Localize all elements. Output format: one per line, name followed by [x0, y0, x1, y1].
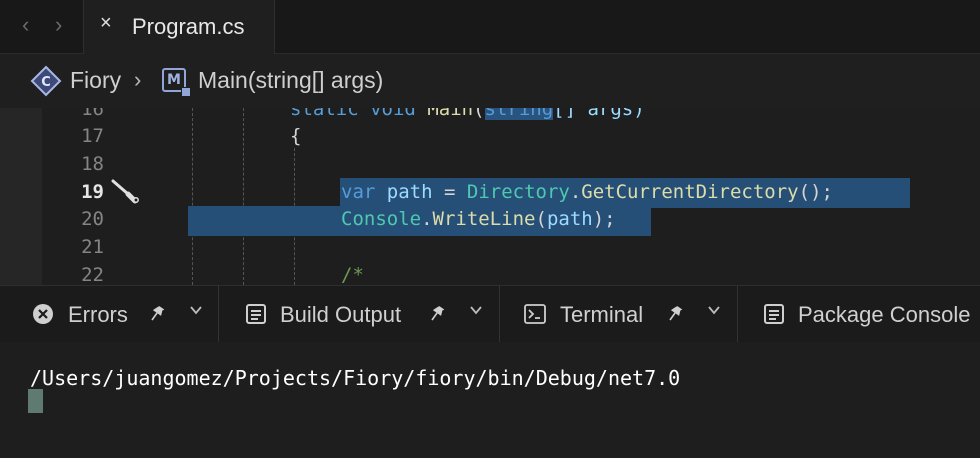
terminal-icon	[524, 304, 546, 324]
chevron-down-icon[interactable]	[468, 302, 484, 318]
method-icon: M	[162, 68, 191, 97]
token: );	[592, 208, 616, 230]
code-line-19: var path = Directory.GetCurrentDirectory…	[341, 181, 833, 203]
pin-icon[interactable]	[666, 304, 684, 322]
token: .	[569, 181, 582, 203]
token: path	[386, 181, 433, 203]
output-icon	[246, 304, 266, 324]
tab-label: Build Output	[280, 302, 402, 327]
token: var	[341, 181, 376, 203]
code-line-16: static void Main(string[] args)	[290, 108, 645, 120]
chevron-right-icon: ›	[134, 67, 142, 92]
chevron-down-icon[interactable]	[188, 302, 204, 318]
token: path	[546, 208, 593, 230]
indent-guide	[243, 108, 244, 285]
token: string	[484, 108, 554, 120]
token: .	[421, 208, 433, 230]
tab-program-cs[interactable]: × Program.cs	[84, 0, 275, 54]
tab-package-console[interactable]: Package Console	[738, 286, 980, 342]
tab-terminal[interactable]: Terminal	[500, 286, 737, 342]
terminal-output-line: /Users/juangomez/Projects/Fiory/fiory/bi…	[30, 366, 681, 390]
line-number-active: 19	[81, 181, 104, 203]
code-line-22: /*	[341, 264, 364, 285]
terminal-panel[interactable]: /Users/juangomez/Projects/Fiory/fiory/bi…	[0, 342, 980, 458]
token: Directory	[466, 181, 570, 203]
error-circle-icon	[33, 304, 53, 324]
indent-guide	[192, 108, 193, 285]
code-line-20: Console.WriteLine(path);	[341, 208, 616, 230]
tab-label: Errors	[68, 302, 128, 327]
token: void	[370, 108, 416, 120]
tab-label: Program.cs	[132, 14, 245, 39]
panel-tab-bar: Errors Build Output Terminal Package Con…	[0, 285, 980, 343]
token: (	[473, 108, 485, 120]
quick-fix-wand-icon[interactable]	[110, 178, 140, 206]
line-number: 21	[81, 236, 104, 258]
breadcrumb-class[interactable]: Fiory	[70, 67, 121, 94]
tab-errors[interactable]: Errors	[0, 286, 218, 342]
terminal-cursor	[28, 389, 43, 413]
tab-label: Terminal	[560, 302, 644, 327]
glyph-margin	[0, 108, 42, 285]
class-icon-letter: C	[41, 75, 51, 90]
token: static	[290, 108, 359, 120]
console-icon	[764, 304, 784, 324]
token: =	[432, 181, 467, 203]
pin-icon[interactable]	[428, 304, 446, 322]
code-line-17: {	[290, 125, 302, 147]
token: Console	[341, 208, 422, 230]
line-number: 22	[81, 264, 104, 285]
chevron-down-icon[interactable]	[706, 302, 722, 318]
token: [] args)	[553, 108, 645, 120]
tab-build-output[interactable]: Build Output	[219, 286, 499, 342]
forward-icon[interactable]: ›	[55, 12, 62, 38]
token: (	[535, 208, 547, 230]
breadcrumb-method[interactable]: Main(string[] args)	[198, 67, 383, 94]
document-tab-bar: ‹ › × Program.cs	[0, 0, 980, 54]
back-icon[interactable]: ‹	[22, 12, 29, 38]
code-editor[interactable]: 16 17 18 19 20 21 22 static void Main(st…	[0, 108, 980, 285]
line-number: 20	[81, 208, 104, 230]
line-number: 18	[81, 153, 104, 175]
line-number: 17	[81, 125, 104, 147]
close-icon[interactable]: ×	[100, 12, 112, 35]
token: GetCurrentDirectory	[581, 181, 799, 203]
token: Main	[427, 108, 474, 120]
line-number: 16	[81, 108, 104, 120]
tab-label: Package Console	[798, 302, 971, 327]
token: ();	[798, 181, 833, 203]
class-icon: C	[30, 65, 62, 97]
breadcrumb: C Fiory › M Main(string[] args)	[0, 54, 980, 109]
token: WriteLine	[432, 208, 536, 230]
pin-icon[interactable]	[148, 304, 166, 322]
